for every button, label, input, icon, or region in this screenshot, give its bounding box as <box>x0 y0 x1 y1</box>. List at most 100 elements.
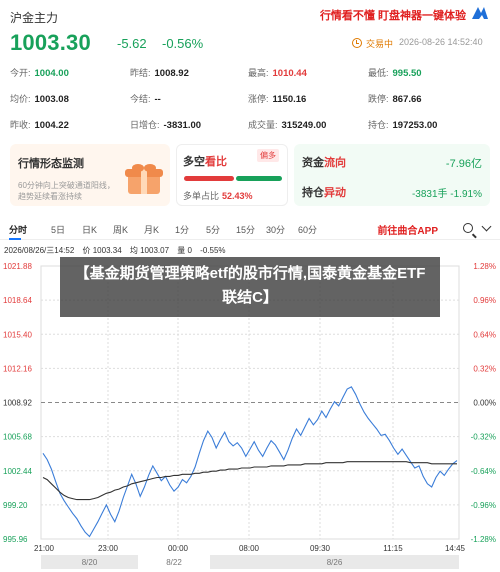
period-tab[interactable]: 周K <box>113 223 128 236</box>
stat-value: 1004.22 <box>34 120 69 131</box>
x-tick-label: 23:00 <box>98 544 119 553</box>
period-tab[interactable]: 日K <box>82 223 97 236</box>
quote-time: 2026-08-26 14:52:40 <box>399 37 483 47</box>
stat-item: 跌停: 867.66 <box>368 92 422 105</box>
stat-label: 今结: <box>130 94 151 104</box>
last-price: 1003.30 <box>10 30 91 55</box>
y-tick-label: 1021.88 <box>3 262 32 271</box>
x-tick-label: 08:00 <box>239 544 260 553</box>
bias-badge: 偏多 <box>257 149 279 162</box>
brand-logo-icon[interactable] <box>470 5 490 21</box>
stat-item: 日增仓: -3831.00 <box>130 118 201 131</box>
trading-status: 交易中 <box>366 39 394 49</box>
price-change: -5.62 <box>117 36 147 51</box>
search-icon[interactable] <box>463 223 473 233</box>
fund-flow-label: 资金流向 <box>302 157 346 169</box>
stat-label: 昨收: <box>10 120 31 130</box>
stat-value: 867.66 <box>392 94 422 105</box>
stat-label: 跌停: <box>368 94 389 104</box>
stat-value: 315249.00 <box>281 120 327 131</box>
y-tick-pct-label: -0.96% <box>471 501 496 510</box>
long-short-card[interactable]: 多空看比 偏多 多单占比 52.43% <box>176 144 288 206</box>
header: 沪金主力 行情看不懂 盯盘神器一键体验 1003.30 -5.62 -0.56%… <box>0 0 500 62</box>
instrument-title: 沪金主力 <box>10 11 59 25</box>
x-tick-label: 11:15 <box>383 544 403 553</box>
info-pct: -0.55% <box>200 246 226 255</box>
period-tab[interactable]: 5分 <box>206 223 220 236</box>
pattern-card[interactable]: 行情形态监测 60分钟向上突破通道阳线，趋势延续看涨持续 <box>10 144 170 206</box>
long-short-title: 多空看比 <box>183 156 227 168</box>
stat-value: 197253.00 <box>392 120 438 131</box>
stat-value: 995.50 <box>392 68 422 79</box>
x-tick-label: 09:30 <box>310 544 331 553</box>
feature-cards: 行情形态监测 60分钟向上突破通道阳线，趋势延续看涨持续 多空看比 偏多 多单占… <box>0 140 500 210</box>
period-tab[interactable]: 15分 <box>236 223 255 236</box>
period-tabs: 前往曲合APP 分时 5日 日K 周K 月K 1分 5分 15分 30分 60分 <box>0 220 500 240</box>
short-ratio-bar <box>236 176 282 181</box>
y-tick-pct-label: 0.96% <box>473 296 496 305</box>
stat-label: 最高: <box>248 68 269 78</box>
stat-item: 昨收: 1004.22 <box>10 118 69 131</box>
fund-flow-value: -7.96亿 <box>445 158 482 170</box>
period-tab[interactable]: 分时 <box>9 223 27 236</box>
y-tick-pct-label: 0.00% <box>473 399 496 408</box>
stat-item: 均价: 1003.08 <box>10 92 69 105</box>
info-avg: 均 1003.07 <box>129 246 170 255</box>
stat-label: 今开: <box>10 68 31 78</box>
y-tick-label: 1015.40 <box>3 330 32 339</box>
stat-value: 1004.00 <box>34 68 69 79</box>
fund-flow-card[interactable]: 资金流向 -7.96亿 持仓异动 -3831手 -1.91% <box>294 144 490 206</box>
x-tick-label: 14:45 <box>445 544 466 553</box>
stat-item: 昨结: 1008.92 <box>130 66 189 79</box>
x-tick-label: 00:00 <box>168 544 189 553</box>
crosshair-info: 2026/08/26/三14:52 价 1003.34 均 1003.07 量 … <box>4 245 232 256</box>
x-tick-label: 21:00 <box>34 544 55 553</box>
y-tick-pct-label: 1.28% <box>473 262 496 271</box>
y-tick-label: 1012.16 <box>3 364 32 373</box>
stat-label: 持仓: <box>368 120 389 130</box>
date-label: 8/26 <box>327 558 343 567</box>
period-tab[interactable]: 月K <box>144 223 159 236</box>
stat-item: 涨停: 1150.16 <box>248 92 306 105</box>
article-title: 【基金期货管理策略etf的股市行情,国泰黄金基金ETF联结C】 <box>74 265 426 306</box>
clock-icon <box>352 38 362 48</box>
stat-item: 最低: 995.50 <box>368 66 422 79</box>
y-tick-label: 1018.64 <box>3 296 32 305</box>
date-label: 8/20 <box>82 558 98 567</box>
period-tab[interactable]: 60分 <box>298 223 317 236</box>
y-tick-label: 1008.92 <box>3 399 32 408</box>
stat-value: 1010.44 <box>272 68 307 79</box>
promo-link[interactable]: 行情看不懂 盯盘神器一键体验 <box>320 7 466 23</box>
long-ratio-bar <box>184 176 234 181</box>
stat-value: 1150.16 <box>272 94 307 105</box>
date-label: 8/22 <box>166 558 182 567</box>
period-tab[interactable]: 30分 <box>266 223 285 236</box>
chevron-down-icon[interactable] <box>481 221 492 232</box>
y-tick-label: 1002.44 <box>3 467 32 476</box>
period-tab[interactable]: 5日 <box>51 223 65 236</box>
period-tab[interactable]: 1分 <box>175 223 189 236</box>
average-line <box>42 461 457 501</box>
info-price: 价 1003.34 <box>82 246 122 255</box>
y-tick-label: 995.96 <box>3 535 28 544</box>
stat-label: 涨停: <box>248 94 269 104</box>
y-tick-label: 1005.68 <box>3 433 32 442</box>
open-app-link[interactable]: 前往曲合APP <box>377 222 438 237</box>
info-time: 2026/08/26/三14:52 <box>4 246 75 255</box>
stat-label: 均价: <box>10 94 31 104</box>
stat-value: -3831.00 <box>163 120 202 131</box>
pattern-title: 行情形态监测 <box>18 158 84 170</box>
y-tick-label: 999.20 <box>3 501 28 510</box>
stat-label: 昨结: <box>130 68 151 78</box>
long-ratio: 多单占比 52.43% <box>183 191 253 201</box>
stat-item: 今结: -- <box>130 92 161 105</box>
gift-box-icon <box>125 164 163 194</box>
price-change-pct: -0.56% <box>162 36 204 51</box>
position-change-value: -3831手 -1.91% <box>411 189 482 200</box>
stat-value: 1008.92 <box>154 68 189 79</box>
stat-label: 日增仓: <box>130 120 160 130</box>
stat-value: -- <box>154 94 161 105</box>
y-tick-pct-label: -0.32% <box>471 433 496 442</box>
y-tick-pct-label: -0.64% <box>471 467 496 476</box>
pattern-desc: 60分钟向上突破通道阳线，趋势延续看涨持续 <box>18 181 115 201</box>
